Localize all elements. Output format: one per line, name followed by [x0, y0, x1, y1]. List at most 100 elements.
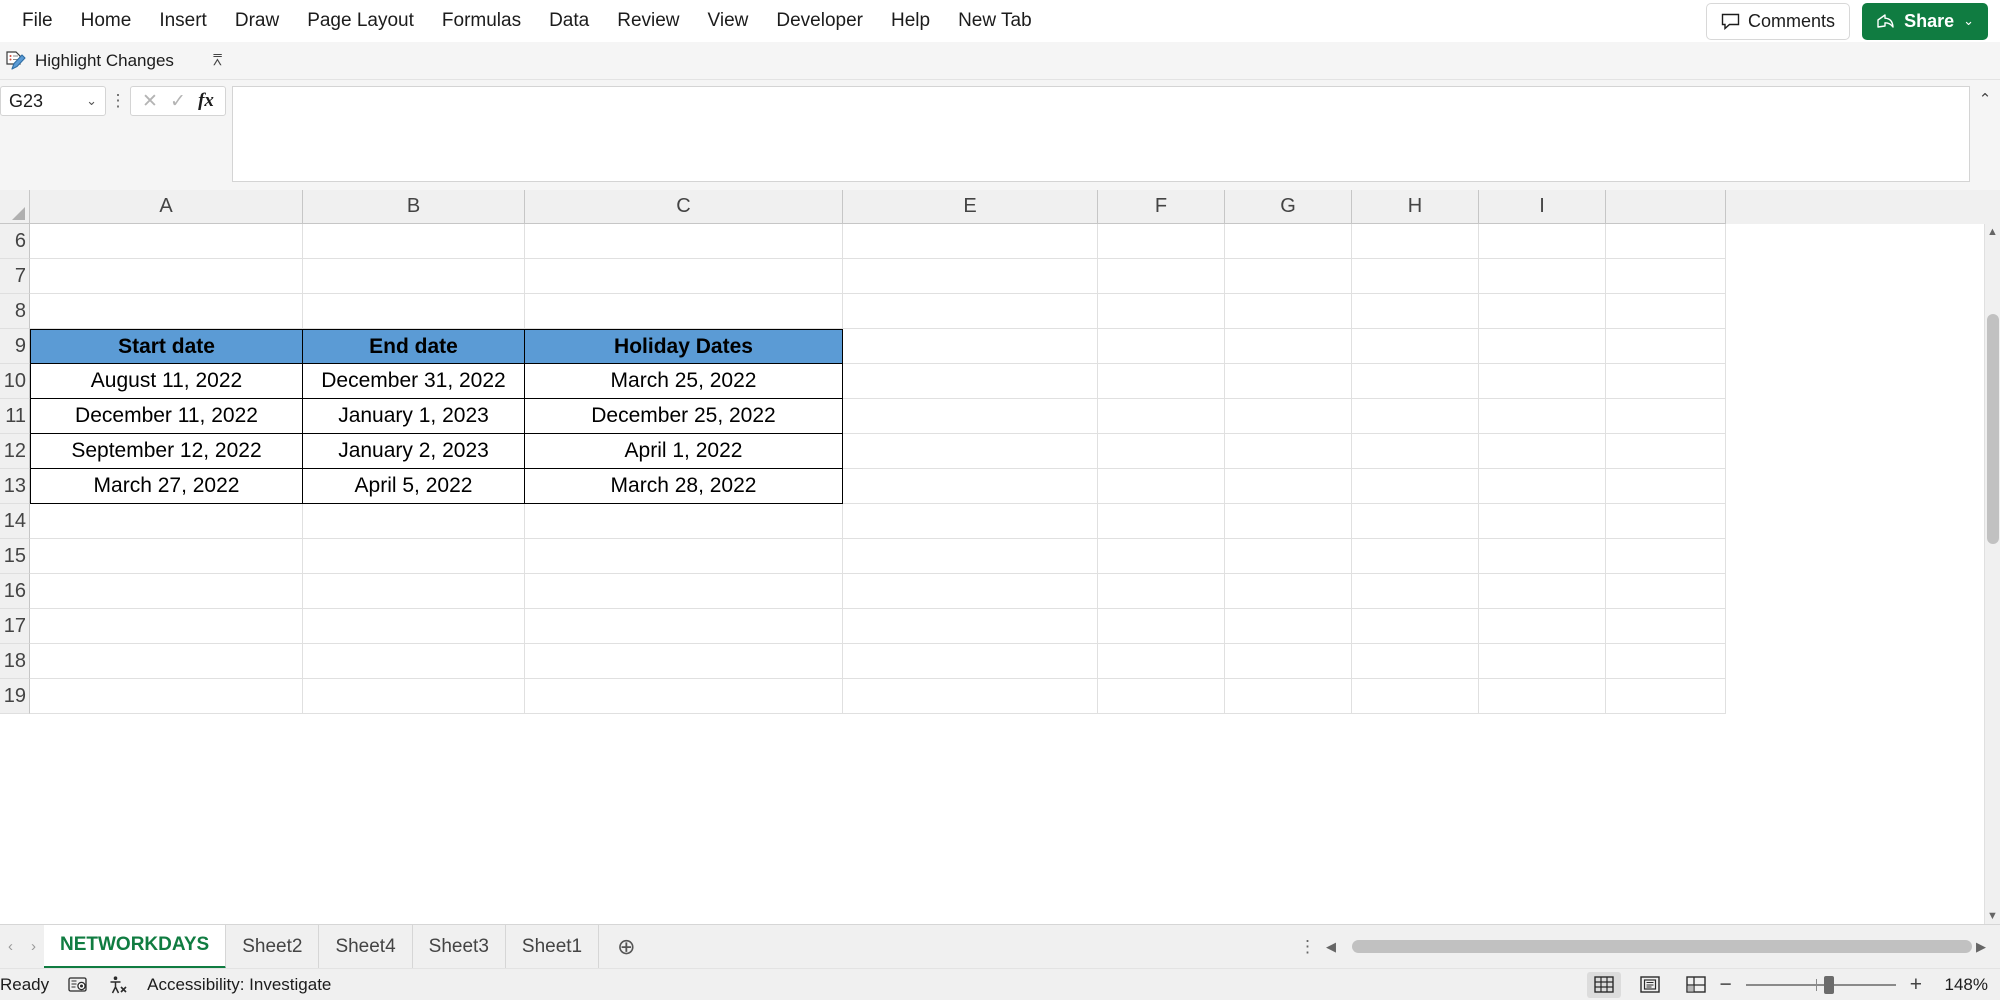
scroll-left-icon[interactable]: ◀ [1326, 939, 1336, 955]
row-header[interactable]: 13 [0, 469, 30, 504]
grid-cell[interactable] [1352, 609, 1479, 644]
grid-cell[interactable] [303, 679, 525, 714]
grid-cell[interactable] [1225, 679, 1352, 714]
zoom-level-label[interactable]: 148% [1936, 975, 1988, 995]
grid-cell[interactable] [1352, 434, 1479, 469]
grid-cell[interactable] [1479, 469, 1606, 504]
grid-cell[interactable] [1225, 574, 1352, 609]
grid-cell[interactable]: January 1, 2023 [303, 399, 525, 434]
zoom-slider-thumb[interactable] [1823, 975, 1834, 994]
grid-cell[interactable]: January 2, 2023 [303, 434, 525, 469]
grid-cell[interactable] [1352, 504, 1479, 539]
grid-cell[interactable] [1479, 504, 1606, 539]
grid-cell[interactable] [1479, 644, 1606, 679]
insert-function-button[interactable]: fx [193, 90, 219, 112]
grid-cell[interactable] [1098, 259, 1225, 294]
horizontal-scrollbar[interactable]: ◀ ▶ [1326, 939, 1986, 955]
row-header[interactable]: 6 [0, 224, 30, 259]
grid-cell[interactable] [1098, 329, 1225, 364]
grid-cell[interactable] [303, 574, 525, 609]
grid-cell[interactable] [843, 434, 1098, 469]
grid-cell[interactable] [1606, 539, 1726, 574]
chevron-down-icon[interactable]: ⌄ [1963, 13, 1974, 29]
grid-cell[interactable] [525, 574, 843, 609]
grid-cell[interactable] [1225, 469, 1352, 504]
grid-cell[interactable] [1606, 399, 1726, 434]
row-header[interactable]: 16 [0, 574, 30, 609]
menu-item-view[interactable]: View [694, 4, 763, 38]
grid-cell[interactable] [843, 259, 1098, 294]
grid-cell[interactable] [1479, 399, 1606, 434]
grid-cell[interactable] [1225, 644, 1352, 679]
grid-cell[interactable] [1606, 504, 1726, 539]
formula-input[interactable] [232, 86, 1970, 182]
row-header[interactable]: 12 [0, 434, 30, 469]
grid-cell[interactable]: Start date [30, 329, 303, 364]
grid-cell[interactable] [1098, 434, 1225, 469]
grid-cell[interactable] [1225, 399, 1352, 434]
vertical-scrollbar[interactable]: ▲ ▼ [1984, 224, 2000, 924]
row-header[interactable]: 17 [0, 609, 30, 644]
sheet-tab-sheet2[interactable]: Sheet2 [226, 924, 320, 969]
grid-cell[interactable] [843, 609, 1098, 644]
grid-cell[interactable] [1352, 224, 1479, 259]
grid-cell[interactable] [1606, 329, 1726, 364]
grid-cell[interactable] [525, 294, 843, 329]
sheet-tab-networkdays[interactable]: NETWORKDAYS [44, 924, 227, 969]
row-header[interactable]: 11 [0, 399, 30, 434]
page-layout-view-button[interactable] [1633, 972, 1667, 998]
grid-cell[interactable] [1606, 364, 1726, 399]
column-header-g[interactable]: G [1225, 190, 1352, 224]
menu-item-file[interactable]: File [8, 4, 67, 38]
grid-cell[interactable] [1098, 224, 1225, 259]
grid-cell[interactable] [1225, 434, 1352, 469]
grid-cell[interactable]: December 11, 2022 [30, 399, 303, 434]
grid-cell[interactable] [1479, 329, 1606, 364]
name-box[interactable]: G23 ⌄ [0, 86, 106, 116]
horizontal-scroll-thumb[interactable] [1352, 940, 1972, 953]
grid-cell[interactable] [525, 679, 843, 714]
grid-cell[interactable] [1606, 574, 1726, 609]
grid-cell[interactable] [303, 224, 525, 259]
column-header-a[interactable]: A [30, 190, 303, 224]
grid-cell[interactable] [303, 294, 525, 329]
grid-cell[interactable] [1098, 574, 1225, 609]
grid-cell[interactable] [30, 539, 303, 574]
grid-cell[interactable] [1352, 329, 1479, 364]
grid-cell[interactable]: March 28, 2022 [525, 469, 843, 504]
column-header-e[interactable]: E [843, 190, 1098, 224]
grid-cell[interactable] [1098, 609, 1225, 644]
grid-cell[interactable] [1225, 294, 1352, 329]
grid-cell[interactable] [1479, 434, 1606, 469]
grid-cell[interactable] [1098, 364, 1225, 399]
grid-cell[interactable] [1352, 679, 1479, 714]
grid-cell[interactable]: April 1, 2022 [525, 434, 843, 469]
chevron-down-icon[interactable]: ⩞ [213, 52, 222, 69]
grid-cell[interactable] [30, 294, 303, 329]
grid-cell[interactable] [525, 504, 843, 539]
grid-cell[interactable]: September 12, 2022 [30, 434, 303, 469]
grid-cell[interactable] [1479, 364, 1606, 399]
row-header[interactable]: 8 [0, 294, 30, 329]
page-break-view-button[interactable] [1679, 972, 1713, 998]
grid-cell[interactable] [1606, 644, 1726, 679]
grid-cell[interactable] [1225, 259, 1352, 294]
grid-cell[interactable] [1352, 294, 1479, 329]
row-header[interactable]: 10 [0, 364, 30, 399]
chevron-down-icon[interactable]: ⌄ [86, 93, 97, 109]
grid-cell[interactable] [1352, 259, 1479, 294]
grid-cell[interactable]: December 31, 2022 [303, 364, 525, 399]
grid-cell[interactable] [1606, 679, 1726, 714]
row-header[interactable]: 7 [0, 259, 30, 294]
grid-cell[interactable] [525, 609, 843, 644]
grid-cell[interactable] [843, 644, 1098, 679]
grid-cell[interactable] [1098, 679, 1225, 714]
grid-cell[interactable] [843, 329, 1098, 364]
horizontal-scroll-track[interactable] [1342, 940, 1972, 953]
grid-cell[interactable] [1352, 644, 1479, 679]
grid-cell[interactable] [1225, 224, 1352, 259]
grid-cell[interactable] [1479, 574, 1606, 609]
grid-cell[interactable] [1606, 434, 1726, 469]
grid-cell[interactable] [1098, 644, 1225, 679]
row-header[interactable]: 18 [0, 644, 30, 679]
